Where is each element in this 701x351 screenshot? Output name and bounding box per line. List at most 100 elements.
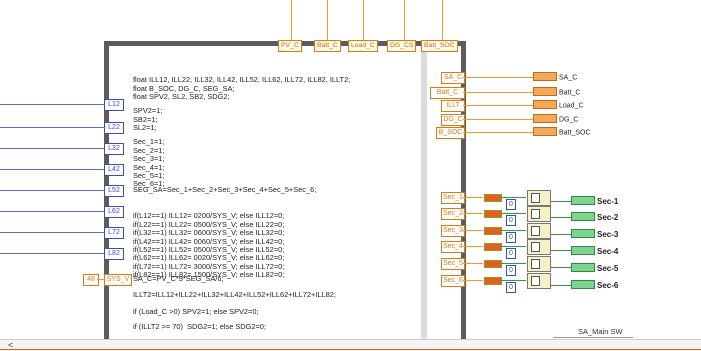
tf-indicator-icon	[571, 196, 595, 206]
indicator-sec-6[interactable]: Sec-6	[571, 280, 618, 290]
indicator-sec-4[interactable]: Sec-4	[571, 246, 619, 256]
wire	[501, 197, 526, 198]
wire	[463, 132, 533, 133]
sys-v-constant[interactable]: 48	[83, 274, 99, 286]
output-terminal-dg-c[interactable]: DG_C	[441, 114, 465, 126]
wire	[0, 127, 104, 128]
wire	[463, 280, 483, 281]
zero-constant[interactable]: 0	[506, 248, 516, 259]
wire	[501, 246, 526, 247]
input-terminal-l32[interactable]: L32	[104, 143, 124, 155]
indicator-label: Sec-5	[597, 264, 619, 273]
output-terminal-batt-c[interactable]: Batt_C	[430, 87, 465, 99]
output-terminal-sa-c[interactable]: SA_C	[441, 72, 465, 84]
wire	[501, 263, 526, 264]
wire	[442, 0, 443, 41]
code-line: SEG_SA=Sec_1+Sec_2+Sec_3+Sec_4+Sec_5+Sec…	[133, 185, 317, 194]
to-bool-icon	[484, 210, 502, 218]
wire	[463, 246, 483, 247]
indicator-batt-c[interactable]: Batt_C	[533, 87, 581, 97]
select-icon	[531, 259, 540, 269]
zero-constant[interactable]: 0	[506, 232, 516, 243]
wire	[463, 92, 533, 93]
vertical-scrollbar[interactable]	[421, 50, 427, 340]
input-terminal-l62[interactable]: L62	[104, 206, 124, 218]
input-terminal-l12[interactable]: L12	[104, 99, 124, 111]
output-terminal-batt-c[interactable]: Batt_C	[314, 40, 341, 52]
output-terminal-illt[interactable]: ILLT	[441, 100, 465, 112]
output-terminal-pv-c[interactable]: PV_C	[278, 40, 302, 52]
tf-indicator-icon	[571, 263, 595, 273]
select-function[interactable]	[527, 206, 551, 222]
output-terminal-sec-1[interactable]: Sec_1	[441, 192, 465, 204]
indicator-sec-5[interactable]: Sec-5	[571, 263, 619, 273]
wire	[551, 267, 571, 268]
wire	[551, 234, 571, 235]
indicator-label: Batt_C	[559, 89, 581, 97]
to-bool-icon	[484, 227, 502, 235]
wire	[463, 77, 533, 78]
select-function[interactable]	[527, 239, 551, 255]
zero-constant[interactable]: 0	[506, 199, 516, 210]
vi-label-underline	[553, 337, 633, 338]
select-function[interactable]	[527, 223, 551, 239]
to-bool-icon	[484, 260, 502, 268]
output-terminal-sec-5[interactable]: Sec_5	[441, 258, 465, 270]
indicator-sec-1[interactable]: Sec-1	[571, 196, 618, 206]
wire	[0, 104, 104, 105]
indicator-label: Load_C	[559, 102, 584, 110]
indicator-label: Sec-3	[597, 230, 619, 239]
output-terminal-sec-3[interactable]: Sec_3	[441, 225, 465, 237]
indicator-label: Sec-4	[597, 247, 619, 256]
select-function[interactable]	[527, 190, 551, 206]
wire	[463, 213, 483, 214]
indicator-batt-soc[interactable]: Batt_SOC	[533, 127, 591, 137]
dbl-indicator-icon	[533, 72, 557, 81]
select-icon	[531, 209, 540, 219]
wire	[363, 0, 364, 41]
wire	[463, 119, 533, 120]
wire	[0, 169, 104, 170]
input-terminal-l82[interactable]: L82	[104, 248, 124, 260]
wire	[327, 0, 328, 41]
wire	[463, 197, 483, 198]
wire	[0, 148, 104, 149]
output-terminal-sec-6[interactable]: Sec_6	[441, 275, 465, 287]
wire	[0, 253, 104, 254]
input-terminal-l22[interactable]: L22	[104, 122, 124, 134]
input-terminal-l52[interactable]: L52	[104, 185, 124, 197]
indicator-sa-c[interactable]: SA_C	[533, 72, 577, 82]
indicator-sec-2[interactable]: Sec-2	[571, 212, 618, 222]
to-bool-icon	[484, 194, 502, 202]
output-terminal-dg-cs[interactable]: DG_CS	[387, 40, 417, 52]
input-terminal-sys-v[interactable]: SYS_V	[104, 274, 132, 286]
wire	[404, 0, 405, 41]
output-terminal-sec-2[interactable]: Sec_2	[441, 208, 465, 220]
indicator-label: Batt_SOC	[559, 129, 591, 137]
zero-constant[interactable]: 0	[506, 215, 516, 226]
zero-constant[interactable]: 0	[506, 282, 516, 293]
dbl-indicator-icon	[533, 127, 557, 136]
output-terminal-b-soc[interactable]: B_SOC	[436, 127, 465, 139]
tf-indicator-icon	[571, 246, 595, 256]
output-terminal-load-c[interactable]: Load_C	[348, 40, 378, 52]
code-line: float SPV2, SL2, SB2, SDG2;	[133, 92, 230, 102]
dbl-indicator-icon	[533, 114, 557, 123]
select-function[interactable]	[527, 273, 551, 289]
code-line: SA_C=PV_C*9*SEG_SA/6;	[133, 274, 224, 283]
input-terminal-l72[interactable]: L72	[104, 227, 124, 239]
indicator-load-c[interactable]: Load_C	[533, 100, 584, 110]
wire	[0, 190, 104, 191]
to-bool-icon	[484, 243, 502, 251]
zero-constant[interactable]: 0	[506, 265, 516, 276]
wire	[0, 211, 104, 212]
indicator-dg-c[interactable]: DG_C	[533, 114, 578, 124]
select-function[interactable]	[527, 256, 551, 272]
wire	[501, 230, 526, 231]
indicator-sec-3[interactable]: Sec-3	[571, 229, 619, 239]
code-line: ILLT2=ILL12+ILL22+ILL32+ILL42+ILL52+ILL6…	[133, 290, 336, 299]
output-terminal-sec-4[interactable]: Sec_4	[441, 241, 465, 253]
input-terminal-l42[interactable]: L42	[104, 164, 124, 176]
output-terminal-batt-soc[interactable]: Batt_SOC	[421, 40, 458, 52]
wire	[551, 201, 571, 202]
